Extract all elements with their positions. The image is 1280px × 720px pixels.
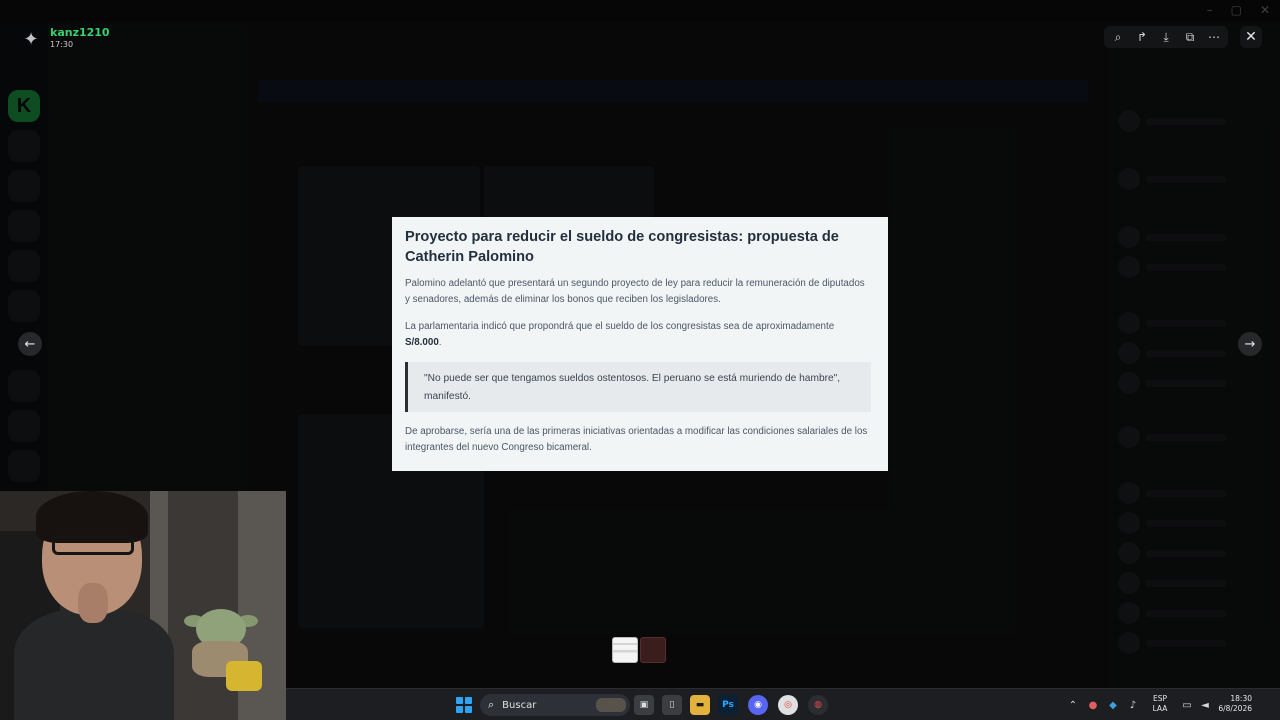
language-indicator[interactable]: ESP LAA <box>1148 694 1172 714</box>
article-paragraph-text: La parlamentaria indicó que propondrá qu… <box>405 321 835 332</box>
keyboard-layout: LAA <box>1152 704 1168 713</box>
network-icon[interactable]: ▭ <box>1180 695 1194 715</box>
close-icon[interactable]: ✕ <box>1240 26 1262 48</box>
search-highlight-art <box>596 698 626 712</box>
uploader-name[interactable]: kanz1210 <box>50 26 110 39</box>
tray-app-icon[interactable]: ● <box>1086 695 1100 715</box>
taskbar-search[interactable]: ⌕ Buscar <box>480 694 630 716</box>
webcam-feed <box>0 491 286 720</box>
taskbar: ⌕ Buscar ▣ ▯ ▬ Ps ◉ ◎ ◍ ⌃ ● ◆ ♪ ESP LAA … <box>286 688 1280 720</box>
discord-icon[interactable]: ◉ <box>748 695 768 715</box>
search-placeholder: Buscar <box>502 699 537 711</box>
article-paragraph: Palomino adelantó que presentará un segu… <box>405 278 865 305</box>
clock-time: 18:30 <box>1230 694 1252 703</box>
uploader-info: ✦ kanz1210 17:30 <box>20 26 110 51</box>
article-image: Proyecto para reducir el sueldo de congr… <box>392 217 888 471</box>
app-icon[interactable]: ▯ <box>662 695 682 715</box>
more-options-icon[interactable]: ⋯ <box>1205 28 1223 46</box>
article-quote: "No puede ser que tengamos sueldos osten… <box>405 362 871 412</box>
photoshop-icon[interactable]: Ps <box>718 695 738 715</box>
open-in-browser-icon[interactable]: ⧉ <box>1181 28 1199 46</box>
attachment-thumbnails <box>612 637 666 663</box>
article-paragraph: De aprobarse, sería una de las primeras … <box>405 426 868 453</box>
clock[interactable]: 18:30 6/8/2026 <box>1218 694 1252 714</box>
clock-date: 6/8/2026 <box>1218 704 1252 713</box>
windows-start-icon[interactable] <box>456 697 472 713</box>
salary-amount: S/8.000 <box>405 337 439 348</box>
previous-arrow-icon[interactable]: ← <box>18 332 42 356</box>
thumbnail-article[interactable] <box>612 637 638 663</box>
volume-icon[interactable]: ◄ <box>1198 695 1212 715</box>
media-toolbar: ⌕ ↱ ⤓ ⧉ ⋯ <box>1104 26 1228 48</box>
app-icon[interactable]: ◍ <box>808 695 828 715</box>
upload-time: 17:30 <box>50 40 74 49</box>
next-arrow-icon[interactable]: → <box>1238 332 1262 356</box>
microphone-icon[interactable]: ♪ <box>1126 695 1140 715</box>
user-avatar-icon: ✦ <box>23 29 39 50</box>
chrome-icon[interactable]: ◎ <box>778 695 798 715</box>
thumbnail-image[interactable] <box>640 637 666 663</box>
tray-app-icon[interactable]: ◆ <box>1106 695 1120 715</box>
download-icon[interactable]: ⤓ <box>1157 28 1175 46</box>
forward-icon[interactable]: ↱ <box>1133 28 1151 46</box>
article-paragraph: La parlamentaria indicó que propondrá qu… <box>405 319 871 351</box>
article-title: Proyecto para reducir el sueldo de congr… <box>405 229 839 265</box>
file-explorer-icon[interactable]: ▬ <box>690 695 710 715</box>
article-paragraph-end: . <box>438 337 442 348</box>
language-code: ESP <box>1152 694 1168 703</box>
search-icon: ⌕ <box>488 698 495 711</box>
task-view-icon[interactable]: ▣ <box>634 695 654 715</box>
zoom-icon[interactable]: ⌕ <box>1109 28 1127 46</box>
chevron-up-icon[interactable]: ⌃ <box>1066 695 1080 715</box>
